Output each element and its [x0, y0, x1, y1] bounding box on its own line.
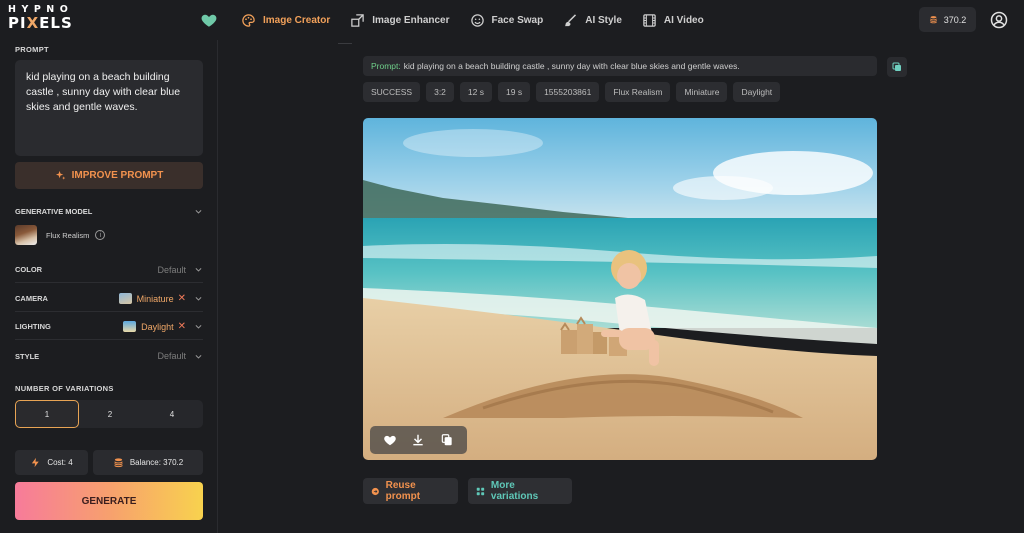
nav-image-creator[interactable]: Image Creator — [241, 13, 330, 28]
time-chip: 12 s — [459, 82, 492, 102]
style-label: STYLE — [15, 351, 40, 361]
variation-option-1[interactable]: 1 — [15, 400, 79, 428]
daylight-thumbnail — [123, 321, 137, 332]
color-row[interactable]: COLOR Default — [15, 257, 203, 283]
hypnopixels-logo[interactable]: HYPNO PIXELS — [8, 4, 88, 36]
generative-model-row[interactable]: GENERATIVE MODEL — [15, 198, 203, 224]
nav-image-enhancer[interactable]: Image Enhancer — [350, 13, 450, 28]
film-icon — [643, 13, 656, 27]
expand-icon — [351, 13, 364, 27]
nav-ai-style[interactable]: AI Style — [563, 13, 622, 28]
generation-info-chips: SUCCESS 3:2 12 s 19 s 1555203861 Flux Re… — [363, 82, 786, 102]
style-row[interactable]: STYLE Default — [15, 343, 203, 369]
prompt-textarea[interactable]: kid playing on a beach building castle ,… — [15, 60, 203, 156]
brush-icon — [565, 13, 577, 26]
palette-icon — [242, 13, 255, 27]
user-account-icon[interactable] — [990, 11, 1008, 29]
generative-model-label: GENERATIVE MODEL — [15, 206, 93, 216]
sparkle-icon — [55, 170, 65, 180]
chevron-down-icon — [195, 297, 202, 301]
variation-option-2[interactable]: 2 — [79, 400, 141, 428]
reuse-icon — [371, 487, 379, 495]
variations-selector: 1 2 4 — [15, 400, 203, 428]
info-icon[interactable]: i — [95, 230, 106, 240]
balance-indicator: Balance: 370.2 — [93, 450, 203, 475]
style-value: Default — [157, 351, 186, 361]
copy-prompt-button[interactable] — [887, 57, 907, 77]
image-toolbar — [370, 426, 467, 454]
variations-label: NUMBER OF VARIATIONS — [15, 384, 114, 393]
divider — [338, 40, 352, 44]
prompt-label: PROMPT — [15, 45, 49, 54]
prompt-prefix: Prompt: — [371, 61, 401, 71]
camera-value: Miniature ✕ — [118, 293, 186, 304]
download-icon[interactable] — [411, 433, 425, 447]
copy-icon[interactable] — [440, 433, 454, 447]
chevron-down-icon — [195, 268, 202, 272]
lightning-icon — [32, 457, 40, 468]
reuse-prompt-button[interactable]: Reuse prompt — [363, 478, 458, 504]
remove-camera-icon[interactable]: ✕ — [178, 293, 186, 304]
coins-icon — [114, 458, 123, 468]
result-prompt-text: kid playing on a beach building castle ,… — [403, 61, 740, 71]
status-chip: SUCCESS — [363, 82, 421, 102]
lighting-label: LIGHTING — [15, 322, 51, 331]
color-value: Default — [157, 264, 186, 275]
header-balance-value: 370.2 — [943, 14, 967, 25]
favorites-heart-icon[interactable] — [200, 11, 218, 29]
miniature-thumbnail — [118, 293, 132, 304]
camera-chip: Miniature — [676, 82, 728, 102]
model-name: Flux Realism — [46, 230, 90, 240]
result-prompt: Prompt: kid playing on a beach building … — [363, 56, 877, 76]
lighting-chip: Daylight — [733, 82, 781, 102]
remove-lighting-icon[interactable]: ✕ — [178, 321, 186, 332]
color-label: COLOR — [15, 265, 43, 274]
camera-label: CAMERA — [15, 294, 48, 303]
improve-prompt-button[interactable]: IMPROVE PROMPT — [15, 162, 203, 189]
seed-chip: 1555203861 — [536, 82, 600, 102]
generate-button[interactable]: GENERATE — [15, 482, 203, 520]
beach-sandcastle-image — [363, 118, 877, 460]
cost-indicator: Cost: 4 — [15, 450, 88, 475]
grid-icon — [476, 487, 485, 495]
more-variations-button[interactable]: More variations — [468, 478, 572, 504]
chevron-down-icon — [195, 325, 202, 329]
time-chip: 19 s — [498, 82, 531, 102]
copy-icon — [892, 62, 901, 71]
smiley-icon — [470, 13, 484, 27]
nav-face-swap[interactable]: Face Swap — [470, 13, 543, 28]
variation-option-4[interactable]: 4 — [141, 400, 203, 428]
lighting-value: Daylight ✕ — [123, 321, 186, 332]
settings-sidebar: PROMPT kid playing on a beach building c… — [0, 40, 218, 533]
improve-prompt-label: IMPROVE PROMPT — [71, 170, 164, 181]
heart-icon[interactable] — [383, 433, 397, 447]
header-balance[interactable]: 370.2 — [919, 7, 976, 32]
chevron-down-icon — [195, 354, 202, 359]
main-nav: Image Creator Image Enhancer Face Swap A… — [241, 0, 724, 40]
lighting-row[interactable]: LIGHTING Daylight ✕ — [15, 314, 203, 340]
selected-model[interactable]: Flux Realism i — [15, 225, 106, 245]
camera-row[interactable]: CAMERA Miniature ✕ — [15, 286, 203, 312]
coins-icon — [929, 16, 937, 24]
model-thumbnail — [15, 225, 37, 245]
top-bar: HYPNO PIXELS Image Creator Image Enhance… — [0, 0, 1024, 40]
chevron-down-icon — [195, 209, 202, 214]
aspect-ratio-chip: 3:2 — [426, 82, 454, 102]
logo-text-bottom: PIXELS — [8, 14, 73, 32]
model-chip: Flux Realism — [605, 82, 671, 102]
nav-ai-video[interactable]: AI Video — [642, 13, 704, 28]
generated-image[interactable] — [363, 118, 877, 460]
